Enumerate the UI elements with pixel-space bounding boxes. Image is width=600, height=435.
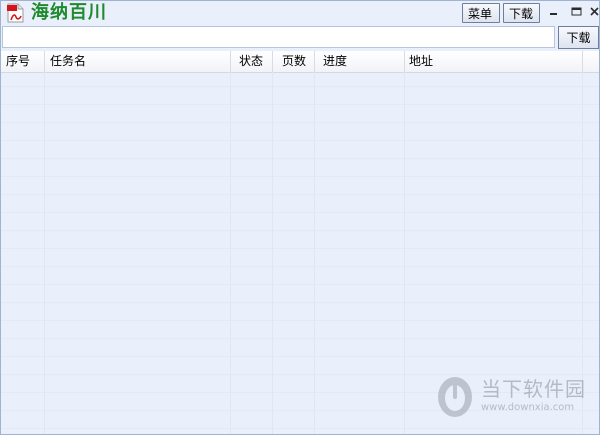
watermark: 当下软件园 www.downxia.com	[433, 373, 593, 421]
watermark-url: www.downxia.com	[481, 402, 575, 413]
column-divider	[272, 72, 273, 434]
column-divider	[314, 72, 315, 434]
download-menu-button[interactable]: 下载	[503, 3, 540, 23]
pdf-file-icon	[7, 3, 24, 23]
close-icon[interactable]	[590, 6, 600, 18]
column-header-progress[interactable]: 进度	[315, 51, 405, 72]
title-bar[interactable]: 海纳百川 菜单 下载	[1, 1, 599, 25]
column-header-index[interactable]: 序号	[1, 51, 45, 72]
column-divider	[44, 72, 45, 434]
download-button[interactable]: 下载	[558, 26, 599, 49]
column-divider	[404, 72, 405, 434]
menu-button[interactable]: 菜单	[462, 3, 500, 23]
app-window: 海纳百川 菜单 下载 下载 序号 任务名 状态 页数 进度 地址 当下软件园 w…	[0, 0, 600, 435]
column-header-task-name[interactable]: 任务名	[45, 51, 231, 72]
column-divider	[230, 72, 231, 434]
column-header-address[interactable]: 地址	[405, 51, 583, 72]
minimize-icon[interactable]	[546, 6, 560, 18]
column-header-status[interactable]: 状态	[231, 51, 273, 72]
url-row: 下载	[1, 26, 599, 50]
column-header-pages[interactable]: 页数	[273, 51, 315, 72]
watermark-name: 当下软件园	[481, 377, 586, 401]
column-header-filler	[583, 51, 599, 72]
table-header: 序号 任务名 状态 页数 进度 地址	[1, 51, 599, 73]
maximize-icon[interactable]	[569, 6, 583, 18]
url-input[interactable]	[2, 26, 555, 48]
downxia-logo-icon	[438, 377, 472, 417]
app-title: 海纳百川	[31, 2, 107, 23]
